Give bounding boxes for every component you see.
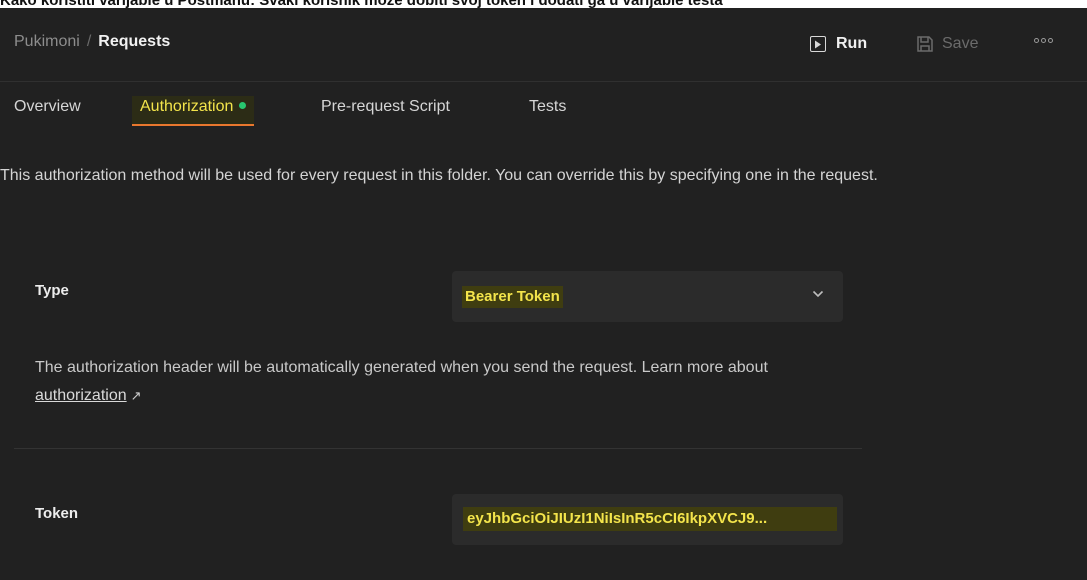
tab-authorization[interactable]: Authorization [132, 96, 255, 126]
save-icon [916, 35, 934, 53]
breadcrumb: Pukimoni / Requests [14, 33, 170, 51]
auth-description: This authorization method will be used f… [0, 167, 878, 184]
breadcrumb-separator: / [86, 33, 92, 50]
token-value: eyJhbGciOiJIUzI1NiIsInR5cCI6IkpXVCJ9... [463, 507, 837, 531]
tab-tests[interactable]: Tests [529, 96, 566, 126]
folder-header: Pukimoni / Requests Run Save [0, 8, 1087, 82]
auth-type-value: Bearer Token [462, 286, 563, 308]
more-options-icon[interactable] [1034, 38, 1053, 43]
chevron-down-icon [812, 290, 824, 298]
save-button[interactable]: Save [916, 32, 978, 56]
run-button-label: Run [836, 35, 868, 52]
tab-overview[interactable]: Overview [14, 96, 81, 126]
tab-authorization-label: Authorization [140, 98, 234, 115]
section-divider [14, 448, 862, 449]
auth-type-select[interactable]: Bearer Token [452, 271, 843, 322]
save-button-label: Save [942, 35, 979, 52]
breadcrumb-parent[interactable]: Pukimoni [14, 33, 80, 50]
postman-folder-settings: Pukimoni / Requests Run Save Overview Au… [0, 8, 1087, 580]
breadcrumb-current[interactable]: Requests [98, 33, 170, 50]
token-label: Token [35, 505, 79, 522]
auth-helper-text: The authorization header will be automat… [35, 354, 795, 410]
run-icon [810, 36, 826, 52]
external-link-icon: ↗ [130, 388, 142, 403]
run-button[interactable]: Run [810, 32, 867, 56]
helper-text: The authorization header will be automat… [35, 359, 768, 376]
tab-pre-request-script[interactable]: Pre-request Script [321, 96, 450, 126]
folder-tabs: Overview Authorization Pre-request Scrip… [0, 96, 1087, 126]
type-label: Type [35, 282, 69, 299]
authorization-docs-link[interactable]: authorization [35, 387, 127, 404]
active-indicator-dot [239, 102, 247, 109]
screenshot-caption: Kako koristiti varijable u Postmanu: Sva… [0, 0, 1087, 8]
token-input[interactable]: eyJhbGciOiJIUzI1NiIsInR5cCI6IkpXVCJ9... [452, 494, 843, 545]
